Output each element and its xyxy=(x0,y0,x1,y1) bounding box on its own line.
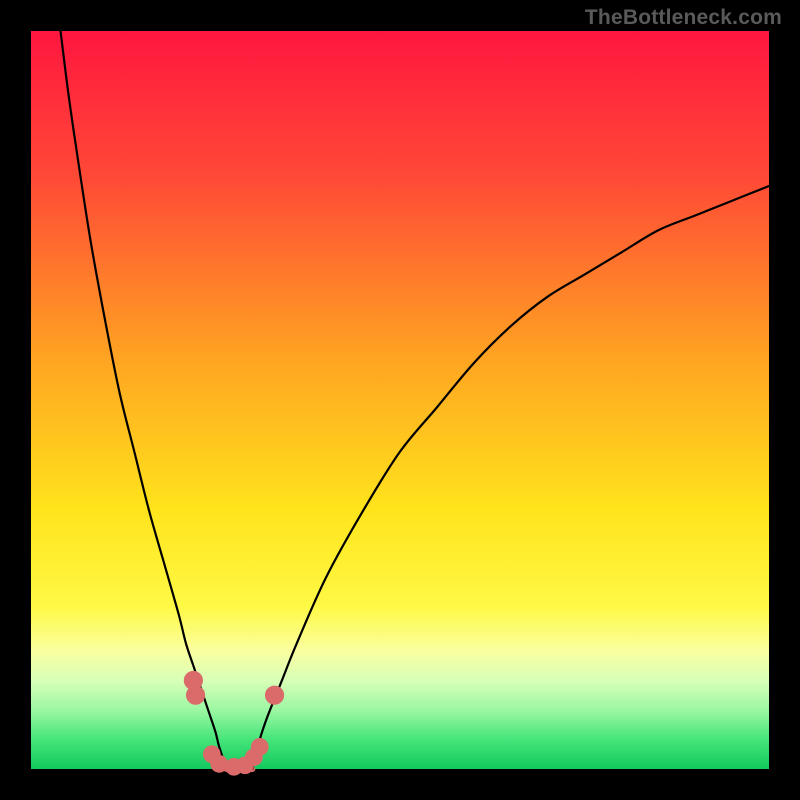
series-layer xyxy=(61,31,769,769)
series-left-branch xyxy=(61,31,227,769)
marker-point xyxy=(210,755,228,773)
marker-point xyxy=(186,686,205,705)
markers-layer xyxy=(184,671,284,776)
chart-frame: TheBottleneck.com xyxy=(0,0,800,800)
chart-svg xyxy=(31,31,769,769)
series-right-branch xyxy=(252,186,769,769)
watermark-text: TheBottleneck.com xyxy=(585,6,782,30)
marker-point xyxy=(251,738,269,756)
marker-point xyxy=(265,686,284,705)
